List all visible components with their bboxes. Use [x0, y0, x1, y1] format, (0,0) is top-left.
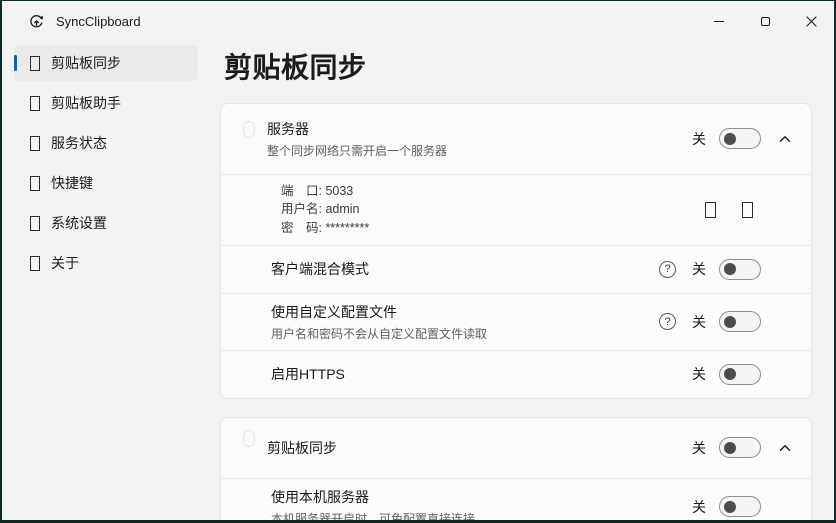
sidebar-item-clipboard-sync[interactable]: 剪贴板同步	[14, 45, 198, 81]
server-subtitle: 整个同步网络只需开启一个服务器	[267, 142, 447, 159]
help-icon[interactable]: ?	[659, 261, 676, 278]
server-toggle[interactable]	[719, 128, 761, 149]
sidebar-item-clipboard-assistant[interactable]: 剪贴板助手	[14, 85, 198, 121]
minimize-icon	[714, 21, 724, 22]
service-status-icon	[30, 136, 40, 151]
minimize-button[interactable]	[696, 1, 742, 41]
row-client-mixed-mode: 客户端混合模式 ? 关	[221, 245, 811, 293]
clipboard-sync-icon	[30, 56, 40, 71]
row-enable-https: 启用HTTPS 关	[221, 350, 811, 398]
clipboard-sync-collapse-chevron[interactable]	[773, 444, 797, 452]
sidebar-item-label: 系统设置	[51, 213, 107, 233]
client-mixed-mode-toggle[interactable]	[719, 259, 761, 280]
server-expander-header[interactable]: 服务器 整个同步网络只需开启一个服务器 关	[221, 104, 811, 174]
clipboard-sync-toggle[interactable]	[719, 437, 761, 458]
chevron-up-icon	[779, 135, 791, 143]
custom-config-label: 使用自定义配置文件	[271, 302, 487, 322]
sidebar-item-label: 快捷键	[51, 173, 93, 193]
row-use-local-server: 使用本机服务器 本机服务器开启时，可免配置直接连接 关	[221, 478, 811, 523]
sidebar-item-label: 关于	[51, 253, 79, 273]
custom-config-subtitle: 用户名和密码不会从自定义配置文件读取	[271, 325, 487, 342]
server-card: 服务器 整个同步网络只需开启一个服务器 关 端 口: 5033 用户名	[220, 103, 812, 399]
server-icon	[243, 121, 255, 138]
edit-credentials-button[interactable]	[742, 202, 753, 218]
server-toggle-state-label: 关	[692, 129, 706, 149]
reveal-password-icon	[705, 202, 716, 218]
server-credentials-row: 端 口: 5033 用户名: admin 密 码: *********	[221, 174, 811, 245]
enable-https-label: 启用HTTPS	[271, 364, 345, 384]
sync-app-icon	[28, 13, 45, 30]
toggle-state-label: 关	[692, 312, 706, 332]
app-title: SyncClipboard	[56, 14, 141, 29]
use-local-server-subtitle: 本机服务器开启时，可免配置直接连接	[271, 510, 475, 523]
clipboard-sync-toggle-state-label: 关	[692, 438, 706, 458]
toggle-state-label: 关	[692, 259, 706, 279]
sidebar-item-label: 剪贴板同步	[51, 53, 121, 73]
sidebar-item-service-status[interactable]: 服务状态	[14, 125, 198, 161]
maximize-icon	[761, 17, 770, 26]
hotkeys-icon	[30, 176, 40, 191]
server-title: 服务器	[267, 119, 447, 139]
sidebar-item-system-settings[interactable]: 系统设置	[14, 205, 198, 241]
page-title: 剪贴板同步	[224, 51, 812, 85]
sidebar-item-hotkeys[interactable]: 快捷键	[14, 165, 198, 201]
clipboard-sync-card-icon	[243, 430, 255, 447]
reveal-password-button[interactable]	[705, 202, 716, 218]
clipboard-assistant-icon	[30, 96, 40, 111]
sidebar: 剪贴板同步 剪贴板助手 服务状态 快捷键 系统设置	[2, 41, 206, 520]
toggle-state-label: 关	[692, 364, 706, 384]
system-settings-icon	[30, 216, 40, 231]
titlebar: SyncClipboard	[2, 1, 834, 41]
window-controls	[696, 1, 834, 41]
server-port-line: 端 口: 5033	[281, 182, 369, 201]
close-icon	[806, 16, 817, 27]
server-collapse-chevron[interactable]	[773, 135, 797, 143]
server-username-line: 用户名: admin	[281, 200, 369, 219]
sidebar-item-label: 剪贴板助手	[51, 93, 121, 113]
toggle-state-label: 关	[692, 497, 706, 517]
clipboard-sync-title: 剪贴板同步	[267, 438, 337, 458]
sidebar-item-about[interactable]: 关于	[14, 245, 198, 281]
main-content: 剪贴板同步 服务器 整个同步网络只需开启一个服务器 关	[206, 41, 834, 520]
clipboard-sync-expander-header[interactable]: 剪贴板同步 关	[221, 418, 811, 478]
use-local-server-label: 使用本机服务器	[271, 487, 475, 507]
enable-https-toggle[interactable]	[719, 364, 761, 385]
client-mixed-mode-label: 客户端混合模式	[271, 259, 369, 279]
maximize-button[interactable]	[742, 1, 788, 41]
help-icon[interactable]: ?	[659, 313, 676, 330]
sidebar-item-label: 服务状态	[51, 133, 107, 153]
use-local-server-toggle[interactable]	[719, 496, 761, 517]
row-custom-config: 使用自定义配置文件 用户名和密码不会从自定义配置文件读取 ? 关	[221, 293, 811, 350]
selected-accent-bar	[14, 55, 17, 71]
edit-credentials-icon	[742, 202, 753, 218]
chevron-up-icon	[779, 444, 791, 452]
app-window: SyncClipboard 剪贴板同步 剪贴板助手	[0, 0, 836, 523]
about-icon	[30, 256, 40, 271]
custom-config-toggle[interactable]	[719, 311, 761, 332]
server-password-line: 密 码: *********	[281, 219, 369, 238]
clipboard-sync-card: 剪贴板同步 关 使用本机服务器 本机服务器开启时，可免配置直接连接	[220, 417, 812, 523]
close-button[interactable]	[788, 1, 834, 41]
